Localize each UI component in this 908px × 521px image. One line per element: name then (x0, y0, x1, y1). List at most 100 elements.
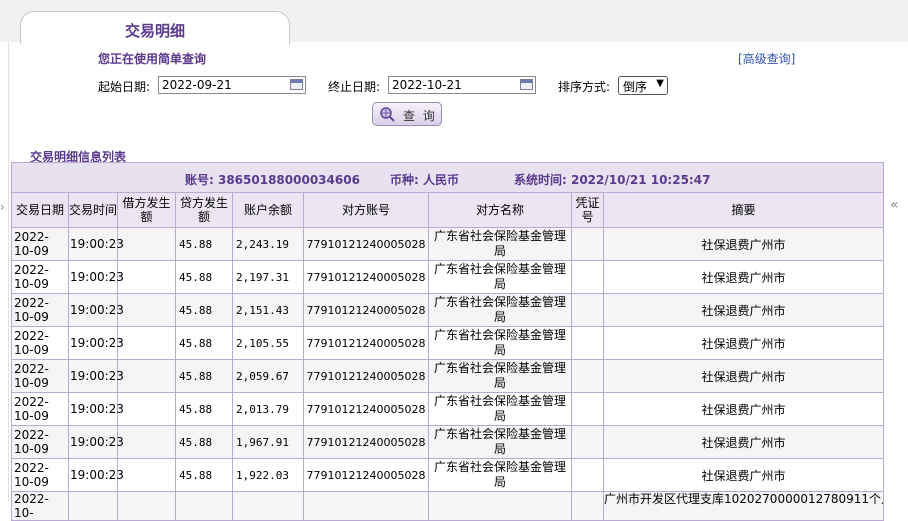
voucher-number (571, 260, 604, 294)
table-row: 2022-10-09 19:00:23 45.88 2,013.79 779101212… (11, 392, 885, 426)
trade-date: 2022-10-09 (11, 359, 69, 393)
balance: 2,151.43 (232, 293, 304, 327)
calendar-icon[interactable] (520, 79, 533, 90)
trade-time: 19:00:23 (68, 425, 124, 459)
sort-label: 排序方式: (558, 80, 611, 94)
start-date-input[interactable]: 2022-09-21 (158, 76, 306, 94)
start-date-label: 起始日期: (98, 80, 151, 94)
end-date-value: 2022-10-21 (392, 78, 462, 92)
table-row: 2022-10-09 19:00:23 45.88 2,105.55 779101212… (11, 326, 885, 360)
tab-transaction-detail[interactable]: 交易明细 (20, 11, 290, 44)
empty-cell (428, 491, 572, 521)
trade-date: 2022-10-09 (11, 326, 69, 360)
summary: 社保退费广州市 (602, 458, 885, 492)
credit-amount: 45.88 (175, 227, 233, 261)
summary: 社保退费广州市 (602, 425, 885, 459)
balance: 2,013.79 (232, 392, 304, 426)
end-date-input[interactable]: 2022-10-21 (388, 76, 536, 94)
header-summary: 摘要 (602, 192, 885, 228)
counterparty-name: 广东省社会保险基金管理局 (428, 458, 572, 492)
trade-date: 2022-10-09 (11, 392, 69, 426)
account-info-row: 账号: 38650188000034606 币种: 人民币 系统时间: 2022… (10, 162, 885, 193)
magnifier-globe-icon (380, 107, 395, 122)
table-row: 2022-10-09 19:00:23 45.88 2,197.31 779101212… (11, 260, 885, 294)
transaction-table: 账号: 38650188000034606 币种: 人民币 系统时间: 2022… (10, 162, 885, 521)
sort-order-select[interactable]: 倒序 ▼ (618, 76, 668, 95)
debit-amount (117, 359, 176, 393)
chevron-right-icon[interactable]: › (0, 200, 5, 214)
start-date-value: 2022-09-21 (162, 78, 232, 92)
debit-amount (117, 458, 176, 492)
empty-cell (117, 491, 176, 521)
summary: 社保退费广州市 (602, 260, 885, 294)
empty-cell (303, 491, 429, 521)
empty-cell (571, 491, 604, 521)
counterparty-account: 77910121240005028 (303, 392, 429, 426)
balance: 2,059.67 (232, 359, 304, 393)
header-balance: 账户余额 (232, 192, 304, 228)
counterparty-name: 广东省社会保险基金管理局 (428, 227, 572, 261)
trade-date: 2022-10- (11, 491, 69, 521)
voucher-number (571, 458, 604, 492)
empty-cell (232, 491, 304, 521)
voucher-number (571, 359, 604, 393)
currency: 币种: 人民币 (390, 173, 459, 187)
table-row: 2022-10-09 19:00:23 45.88 1,967.91 779101212… (11, 425, 885, 459)
counterparty-name: 广东省社会保险基金管理局 (428, 293, 572, 327)
credit-amount: 45.88 (175, 458, 233, 492)
summary: 社保退费广州市 (602, 392, 885, 426)
table-header-row: 交易日期 交易时间 借方发生额 贷方发生额 账户余额 对方账号 对方名称 凭证号 摘要 (11, 192, 885, 228)
header-credit: 贷方发生额 (175, 192, 233, 228)
trade-date: 2022-10-09 (11, 458, 69, 492)
credit-amount: 45.88 (175, 260, 233, 294)
credit-amount: 45.88 (175, 293, 233, 327)
counterparty-account: 77910121240005028 (303, 326, 429, 360)
query-button[interactable]: 查 询 (372, 102, 442, 126)
credit-amount: 45.88 (175, 425, 233, 459)
counterparty-name: 广东省社会保险基金管理局 (428, 326, 572, 360)
balance: 1,967.91 (232, 425, 304, 459)
credit-amount: 45.88 (175, 392, 233, 426)
header-voucher: 凭证号 (571, 192, 604, 228)
collapse-panel-icon[interactable]: « (890, 197, 899, 213)
debit-amount (117, 392, 176, 426)
trade-time: 19:00:23 (68, 458, 124, 492)
sort-order-value: 倒序 (623, 80, 648, 94)
trade-time: 19:00:23 (68, 227, 124, 261)
counterparty-account: 77910121240005028 (303, 458, 429, 492)
trade-time: 19:00:23 (68, 359, 124, 393)
counterparty-account: 77910121240005028 (303, 359, 429, 393)
debit-amount (117, 227, 176, 261)
balance: 1,922.03 (232, 458, 304, 492)
summary: 社保退费广州市 (602, 359, 885, 393)
chevron-down-icon: ▼ (656, 78, 664, 89)
calendar-icon[interactable] (290, 79, 303, 90)
debit-amount (117, 326, 176, 360)
debit-amount (117, 425, 176, 459)
header-cp-account: 对方账号 (303, 192, 429, 228)
counterparty-account: 77910121240005028 (303, 227, 429, 261)
header-cp-name: 对方名称 (428, 192, 572, 228)
counterparty-account: 77910121240005028 (303, 260, 429, 294)
voucher-number (571, 326, 604, 360)
header-trade-date: 交易日期 (11, 192, 69, 228)
balance: 2,105.55 (232, 326, 304, 360)
table-row: 2022-10-09 19:00:23 45.88 2,059.67 779101212… (11, 359, 885, 393)
trade-date: 2022-10-09 (11, 425, 69, 459)
header-debit: 借方发生额 (117, 192, 176, 228)
summary: 社保退费广州市 (602, 227, 885, 261)
trade-time: 19:00:23 (68, 392, 124, 426)
trade-date: 2022-10-09 (11, 227, 69, 261)
counterparty-name: 广东省社会保险基金管理局 (428, 425, 572, 459)
query-mode-title: 您正在使用简单查询 (98, 52, 207, 66)
trade-date: 2022-10-09 (11, 293, 69, 327)
account-number: 账号: 38650188000034606 (185, 173, 360, 187)
counterparty-account: 77910121240005028 (303, 425, 429, 459)
counterparty-name: 广东省社会保险基金管理局 (428, 260, 572, 294)
header-trade-time: 交易时间 (68, 192, 118, 228)
balance: 2,197.31 (232, 260, 304, 294)
voucher-number (571, 227, 604, 261)
query-button-label: 查 询 (403, 109, 437, 123)
debit-amount (117, 260, 176, 294)
advanced-query-link[interactable]: [高级查询] (738, 50, 795, 67)
